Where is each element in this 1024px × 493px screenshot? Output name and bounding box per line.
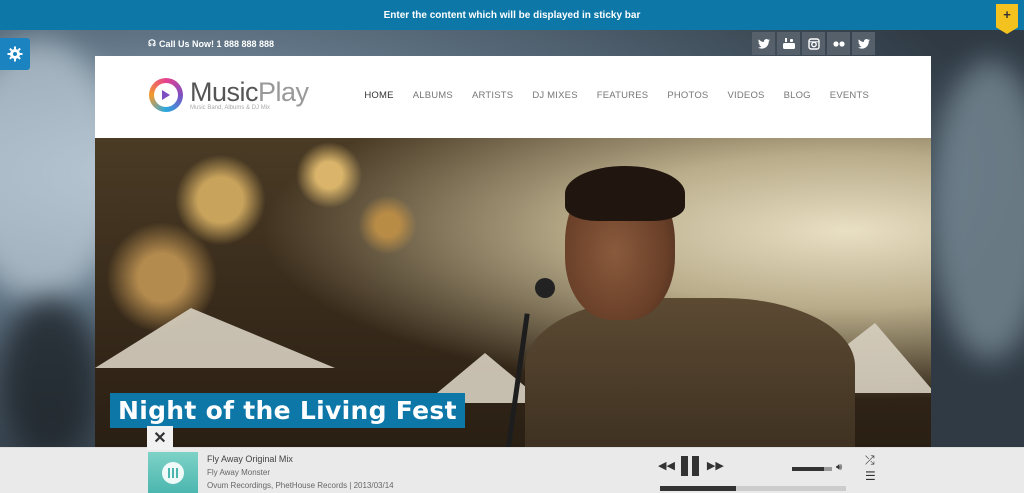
phone-line: ☊ Call Us Now! 1 888 888 888 (148, 38, 274, 49)
play-logo-icon (149, 78, 183, 112)
settings-button[interactable] (0, 38, 30, 70)
hero-photo-element (535, 278, 555, 298)
pause-icon[interactable] (680, 456, 701, 476)
sticky-bar-toggle-button[interactable]: + (996, 4, 1018, 34)
nav-features[interactable]: FEATURES (597, 90, 649, 101)
flickr-icon[interactable] (827, 32, 850, 55)
volume-fill (792, 467, 824, 471)
volume-slider[interactable] (792, 467, 832, 471)
music-player-bar: ✕ Fly Away Original Mix Fly Away Monster… (0, 426, 1024, 493)
track-title: Fly Away Original Mix (207, 454, 293, 464)
playback-controls: ◀◀ ▶▶ (658, 456, 724, 476)
background-glow (930, 60, 1024, 360)
sticky-bar-text: Enter the content which will be displaye… (383, 9, 641, 21)
nav-videos[interactable]: VIDEOS (727, 90, 764, 101)
hero-photo-element (565, 166, 685, 221)
nav-artists[interactable]: ARTISTS (472, 90, 513, 101)
album-cover (148, 452, 198, 493)
brand-name: MusicPlay (190, 77, 309, 107)
track-artist: Fly Away Monster (207, 468, 270, 477)
previous-icon[interactable]: ◀◀ (658, 460, 675, 472)
nav-events[interactable]: EVENTS (830, 90, 869, 101)
instagram-icon[interactable] (802, 32, 825, 55)
nav-photos[interactable]: PHOTOS (667, 90, 708, 101)
progress-fill (660, 486, 737, 491)
site-header: MusicPlay Music Band, Albums & DJ Mix HO… (95, 56, 931, 138)
gear-icon (7, 46, 23, 62)
nav-home[interactable]: HOME (364, 90, 393, 101)
social-links (752, 32, 875, 55)
nav-dj-mixes[interactable]: DJ MIXES (532, 90, 577, 101)
nav-albums[interactable]: ALBUMS (413, 90, 453, 101)
hero-photo-element (95, 308, 335, 368)
hero-title: Night of the Living Fest (110, 393, 465, 428)
track-meta: Ovum Recordings, PhetHouse Records | 201… (207, 481, 394, 490)
album-art-icon (162, 462, 184, 484)
playlist-icon[interactable]: ☰ (865, 469, 876, 483)
hero-slider[interactable]: Night of the Living Fest (95, 138, 931, 448)
twitter-icon[interactable] (852, 32, 875, 55)
headset-icon: ☊ (148, 38, 156, 48)
main-nav: HOME ALBUMS ARTISTS DJ MIXES FEATURES PH… (364, 90, 869, 101)
phone-text: Call Us Now! 1 888 888 888 (159, 38, 275, 49)
shuffle-icon[interactable]: ⤮ (865, 453, 875, 468)
progress-bar[interactable] (660, 486, 846, 491)
background-glow (0, 300, 100, 460)
twitter-icon[interactable] (752, 32, 775, 55)
youtube-icon[interactable] (777, 32, 800, 55)
site-logo[interactable]: MusicPlay Music Band, Albums & DJ Mix (149, 78, 309, 112)
volume-icon[interactable]: 🔊︎ (836, 462, 842, 473)
next-icon[interactable]: ▶▶ (707, 460, 724, 472)
nav-blog[interactable]: BLOG (784, 90, 811, 101)
sticky-bar: Enter the content which will be displaye… (0, 0, 1024, 34)
close-player-button[interactable]: ✕ (147, 426, 173, 450)
hero-photo-element (525, 298, 855, 448)
